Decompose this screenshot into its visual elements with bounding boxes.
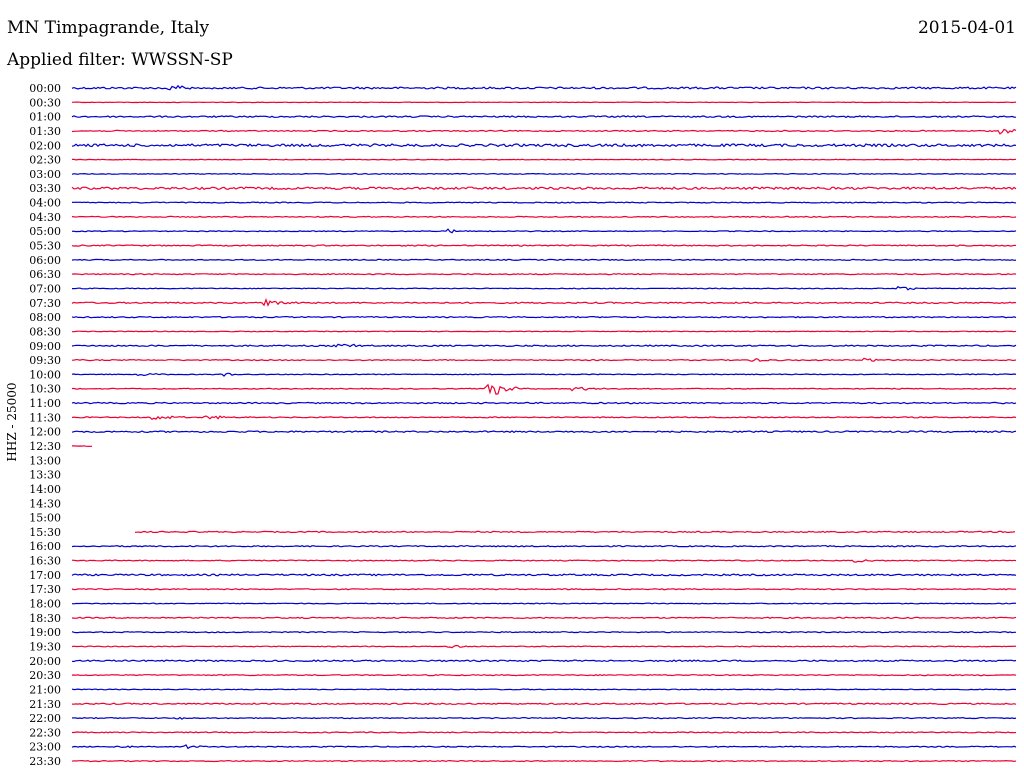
time-label: 00:30 <box>29 96 61 109</box>
trace-line <box>71 84 1017 91</box>
time-label: 16:00 <box>29 540 61 553</box>
time-label: 18:00 <box>29 598 61 611</box>
trace-line <box>71 101 1017 104</box>
time-label: 08:00 <box>29 311 61 324</box>
time-label: 05:30 <box>29 240 61 253</box>
time-label: 02:30 <box>29 154 61 167</box>
time-label: 19:30 <box>29 640 61 653</box>
trace-line <box>71 716 1017 720</box>
trace-line <box>71 744 1017 750</box>
time-label: 03:00 <box>29 168 61 181</box>
trace-line <box>71 430 1017 434</box>
time-label: 06:30 <box>29 268 61 281</box>
trace-line <box>71 273 1017 276</box>
trace-line <box>71 759 1017 763</box>
trace-line <box>72 357 1017 362</box>
time-label: 01:00 <box>29 111 61 124</box>
time-label: 05:00 <box>29 225 61 238</box>
time-label: 09:00 <box>29 340 61 353</box>
trace-line <box>71 688 1017 691</box>
time-label: 03:30 <box>29 182 61 195</box>
trace-line <box>71 297 1017 307</box>
time-label: 20:30 <box>29 669 61 682</box>
time-label: 12:00 <box>29 426 61 439</box>
time-label: 04:00 <box>29 197 61 210</box>
time-label: 10:30 <box>29 383 61 396</box>
time-label: 00:00 <box>29 82 61 95</box>
trace-line <box>71 228 1017 234</box>
time-label: 04:30 <box>29 211 61 224</box>
trace-line <box>71 115 1017 119</box>
trace-line <box>71 172 1017 175</box>
time-label: 10:00 <box>29 368 61 381</box>
time-label: 07:30 <box>29 297 61 310</box>
time-label: 11:00 <box>29 397 61 410</box>
time-label: 02:00 <box>29 139 61 152</box>
trace-line <box>72 158 1017 161</box>
trace-line <box>71 673 1017 677</box>
trace-line <box>71 186 1017 191</box>
time-label: 22:00 <box>29 712 61 725</box>
trace-line <box>71 588 1016 591</box>
trace-line <box>72 330 1017 333</box>
time-label: 23:30 <box>29 755 61 768</box>
trace-line <box>72 445 92 448</box>
trace-line <box>71 244 1017 247</box>
time-label: 22:30 <box>29 726 61 739</box>
time-label: 06:00 <box>29 254 61 267</box>
trace-line <box>71 258 1017 261</box>
time-label: 23:00 <box>29 741 61 754</box>
trace-line <box>71 702 1017 706</box>
trace-line <box>71 545 1017 548</box>
trace-line <box>71 201 1017 204</box>
time-label: 09:30 <box>29 354 61 367</box>
trace-line <box>71 215 1017 219</box>
trace-line <box>134 530 1016 534</box>
time-label: 17:00 <box>29 569 61 582</box>
time-label: 11:30 <box>29 411 61 424</box>
trace-line <box>71 659 1017 663</box>
time-label: 21:30 <box>29 698 61 711</box>
trace-line <box>71 631 1016 634</box>
trace-line <box>71 143 1017 148</box>
trace-line <box>71 602 1017 605</box>
trace-line <box>71 315 1017 319</box>
time-label: 17:30 <box>29 583 61 596</box>
time-label: 15:30 <box>29 526 61 539</box>
time-label: 07:00 <box>29 282 61 295</box>
time-label: 13:00 <box>29 454 61 467</box>
trace-line <box>72 383 1017 395</box>
trace-line <box>71 616 1017 620</box>
seismogram-plot: 00:0000:30 01:0001:3002:00 02:3003:0003:30… <box>29 82 1017 768</box>
time-label: 16:30 <box>29 555 61 568</box>
trace-line <box>71 401 1017 405</box>
time-label: 15:00 <box>29 512 61 525</box>
time-label: 18:30 <box>29 612 61 625</box>
time-label: 14:30 <box>29 497 61 510</box>
time-label: 12:30 <box>29 440 61 453</box>
trace-line <box>71 128 1017 135</box>
trace-line <box>71 372 1017 377</box>
time-label: 08:30 <box>29 325 61 338</box>
trace-line <box>72 731 1017 734</box>
time-label: 01:30 <box>29 125 61 138</box>
trace-line <box>71 415 1017 421</box>
trace-line <box>71 644 1017 649</box>
trace-line <box>71 343 1017 348</box>
time-label: 14:00 <box>29 483 61 496</box>
time-label: 19:00 <box>29 626 61 639</box>
trace-line <box>72 285 1017 291</box>
trace-line <box>71 573 1017 577</box>
time-label: 20:00 <box>29 655 61 668</box>
trace-line <box>71 559 1017 563</box>
time-label: 13:30 <box>29 469 61 482</box>
time-label: 21:00 <box>29 683 61 696</box>
